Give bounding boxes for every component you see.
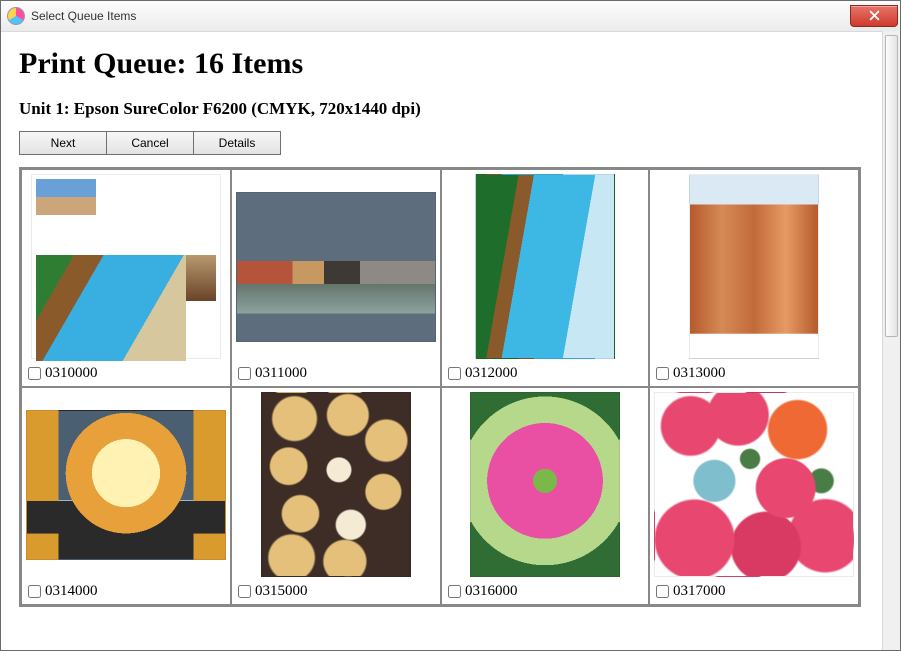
thumbnail xyxy=(442,388,648,581)
scrollbar-thumb[interactable] xyxy=(885,35,898,337)
queue-item[interactable]: 0311000 xyxy=(231,169,441,387)
thumbnail xyxy=(232,170,440,363)
printer-subtitle: Unit 1: Epson SureColor F6200 (CMYK, 720… xyxy=(19,99,882,119)
close-icon xyxy=(869,10,880,21)
content-area: Print Queue: 16 Items Unit 1: Epson Sure… xyxy=(1,31,882,650)
queue-item[interactable]: 0313000 xyxy=(649,169,859,387)
thumbnail xyxy=(22,388,230,581)
queue-item[interactable]: 0314000 xyxy=(21,387,231,605)
next-button[interactable]: Next xyxy=(19,131,107,155)
item-checkbox[interactable] xyxy=(448,367,461,380)
thumbnail xyxy=(22,170,230,363)
item-checkbox[interactable] xyxy=(28,585,41,598)
queue-item[interactable]: 0317000 xyxy=(649,387,859,605)
item-id-label: 0316000 xyxy=(465,583,518,600)
titlebar: Select Queue Items xyxy=(1,1,900,32)
item-checkbox[interactable] xyxy=(656,367,669,380)
item-id-label: 0312000 xyxy=(465,365,518,382)
item-checkbox[interactable] xyxy=(238,585,251,598)
item-checkbox[interactable] xyxy=(28,367,41,380)
toolbar: Next Cancel Details xyxy=(19,131,882,155)
details-button[interactable]: Details xyxy=(194,131,281,155)
item-checkbox[interactable] xyxy=(238,367,251,380)
thumbnail xyxy=(442,170,648,363)
item-id-label: 0311000 xyxy=(255,365,307,382)
thumbnail xyxy=(650,388,858,581)
item-id-label: 0317000 xyxy=(673,583,726,600)
window: Select Queue Items Print Queue: 16 Items… xyxy=(0,0,901,651)
queue-item[interactable]: 0315000 xyxy=(231,387,441,605)
queue-item[interactable]: 0310000 xyxy=(21,169,231,387)
app-icon xyxy=(7,7,25,25)
queue-grid: 0310000 0311000 0312 xyxy=(19,167,861,607)
page-title: Print Queue: 16 Items xyxy=(19,47,882,81)
item-checkbox[interactable] xyxy=(656,585,669,598)
item-id-label: 0310000 xyxy=(45,365,98,382)
item-id-label: 0315000 xyxy=(255,583,308,600)
cancel-button[interactable]: Cancel xyxy=(107,131,194,155)
queue-item[interactable]: 0312000 xyxy=(441,169,649,387)
item-id-label: 0314000 xyxy=(45,583,98,600)
vertical-scrollbar[interactable] xyxy=(882,31,900,650)
item-checkbox[interactable] xyxy=(448,585,461,598)
queue-item[interactable]: 0316000 xyxy=(441,387,649,605)
item-id-label: 0313000 xyxy=(673,365,726,382)
window-close-button[interactable] xyxy=(850,5,898,27)
thumbnail xyxy=(232,388,440,581)
window-title: Select Queue Items xyxy=(31,9,136,23)
thumbnail xyxy=(650,170,858,363)
